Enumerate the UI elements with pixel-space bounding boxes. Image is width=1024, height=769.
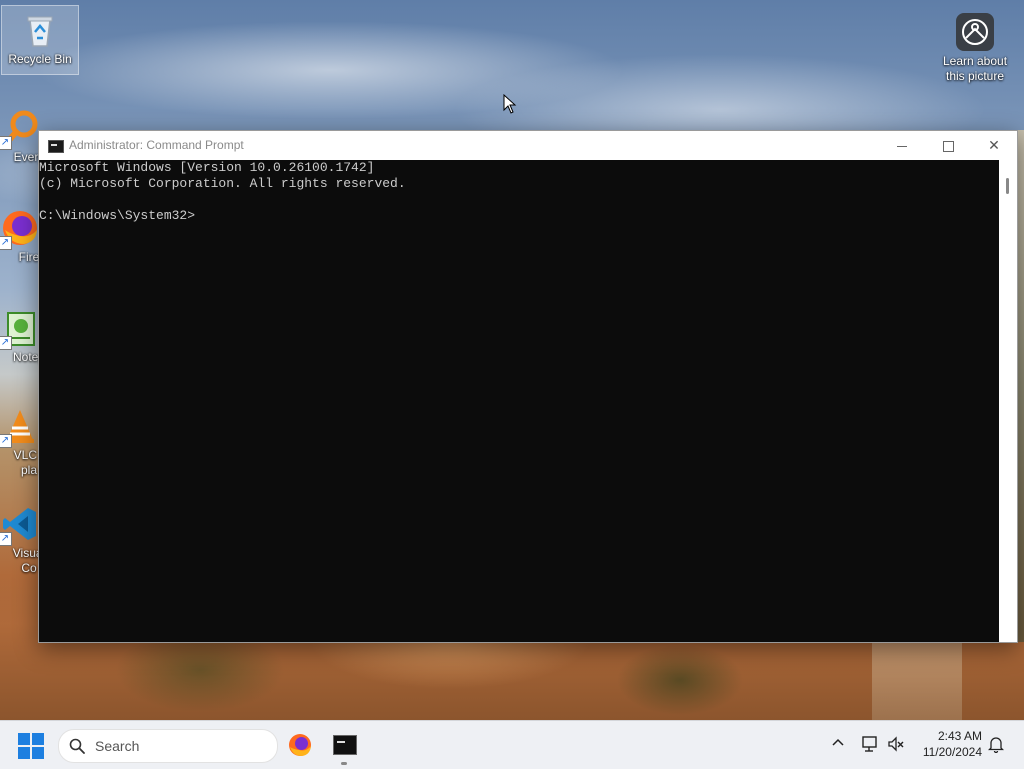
close-icon: ✕ [988, 137, 1000, 153]
taskbar-search-box[interactable]: Search [58, 729, 278, 763]
shortcut-arrow-icon: ↗ [0, 434, 12, 448]
shortcut-arrow-icon: ↗ [0, 236, 12, 250]
notepad-icon: ↗ [0, 308, 40, 350]
shortcut-arrow-icon: ↗ [0, 336, 12, 350]
mouse-cursor-icon [503, 94, 517, 114]
minimize-button[interactable] [879, 131, 925, 160]
scrollbar-thumb[interactable] [1006, 178, 1009, 194]
vscode-icon: ↗ [0, 504, 40, 546]
learn-about-picture-icon [955, 12, 995, 52]
desktop-icon-learn-about-picture[interactable]: Learn about this picture [937, 8, 1013, 92]
recycle-bin-icon [20, 10, 60, 50]
taskbar-command-prompt-button[interactable] [328, 729, 360, 765]
desktop-icon-label: Learn about [942, 54, 1008, 68]
firefox-icon [289, 734, 311, 756]
search-placeholder: Search [95, 738, 140, 754]
command-prompt-icon [48, 140, 64, 153]
chevron-up-icon[interactable] [830, 735, 846, 751]
console-output[interactable]: Microsoft Windows [Version 10.0.26100.17… [39, 160, 999, 642]
firefox-icon: ↗ [0, 208, 40, 250]
wallpaper-ruin [872, 640, 962, 720]
clock-time: 2:43 AM [937, 729, 982, 743]
taskbar-clock[interactable]: 2:43 AM 11/20/2024 [912, 728, 982, 760]
vertical-scrollbar[interactable] [999, 160, 1017, 642]
running-indicator [341, 762, 347, 765]
command-prompt-icon [333, 735, 357, 755]
taskbar-firefox-button[interactable] [284, 729, 316, 761]
desktop-icon-recycle-bin[interactable]: Recycle Bin [1, 5, 79, 75]
desktop-icon-label: Recycle Bin [8, 52, 72, 66]
taskbar: Search 2:43 AM 11/20/2024 [0, 720, 1024, 769]
window-title: Administrator: Command Prompt [69, 138, 244, 152]
shortcut-arrow-icon: ↗ [0, 136, 12, 150]
console-line: Microsoft Windows [Version 10.0.26100.17… [39, 160, 375, 175]
maximize-icon [942, 140, 954, 152]
window-titlebar[interactable]: Administrator: Command Prompt ✕ [39, 131, 1017, 160]
notification-bell-icon[interactable] [988, 735, 1004, 753]
maximize-button[interactable] [925, 131, 971, 160]
start-button[interactable] [18, 733, 44, 759]
everything-search-icon: ↗ [0, 108, 40, 150]
windows-logo-icon [18, 733, 30, 745]
close-button[interactable]: ✕ [971, 131, 1017, 160]
volume-muted-icon[interactable] [886, 734, 906, 754]
clock-date: 11/20/2024 [922, 745, 982, 759]
console-prompt-line[interactable]: C:\Windows\System32> [39, 208, 999, 224]
search-icon [69, 738, 85, 754]
minimize-icon [897, 145, 907, 147]
console-line: (c) Microsoft Corporation. All rights re… [39, 176, 406, 191]
desktop-icon-label-line2: this picture [945, 69, 1005, 83]
vlc-icon: ↗ [0, 406, 40, 448]
command-prompt-window[interactable]: Administrator: Command Prompt ✕ Microsof… [38, 130, 1018, 643]
network-icon[interactable] [860, 734, 880, 754]
shortcut-arrow-icon: ↗ [0, 532, 12, 546]
